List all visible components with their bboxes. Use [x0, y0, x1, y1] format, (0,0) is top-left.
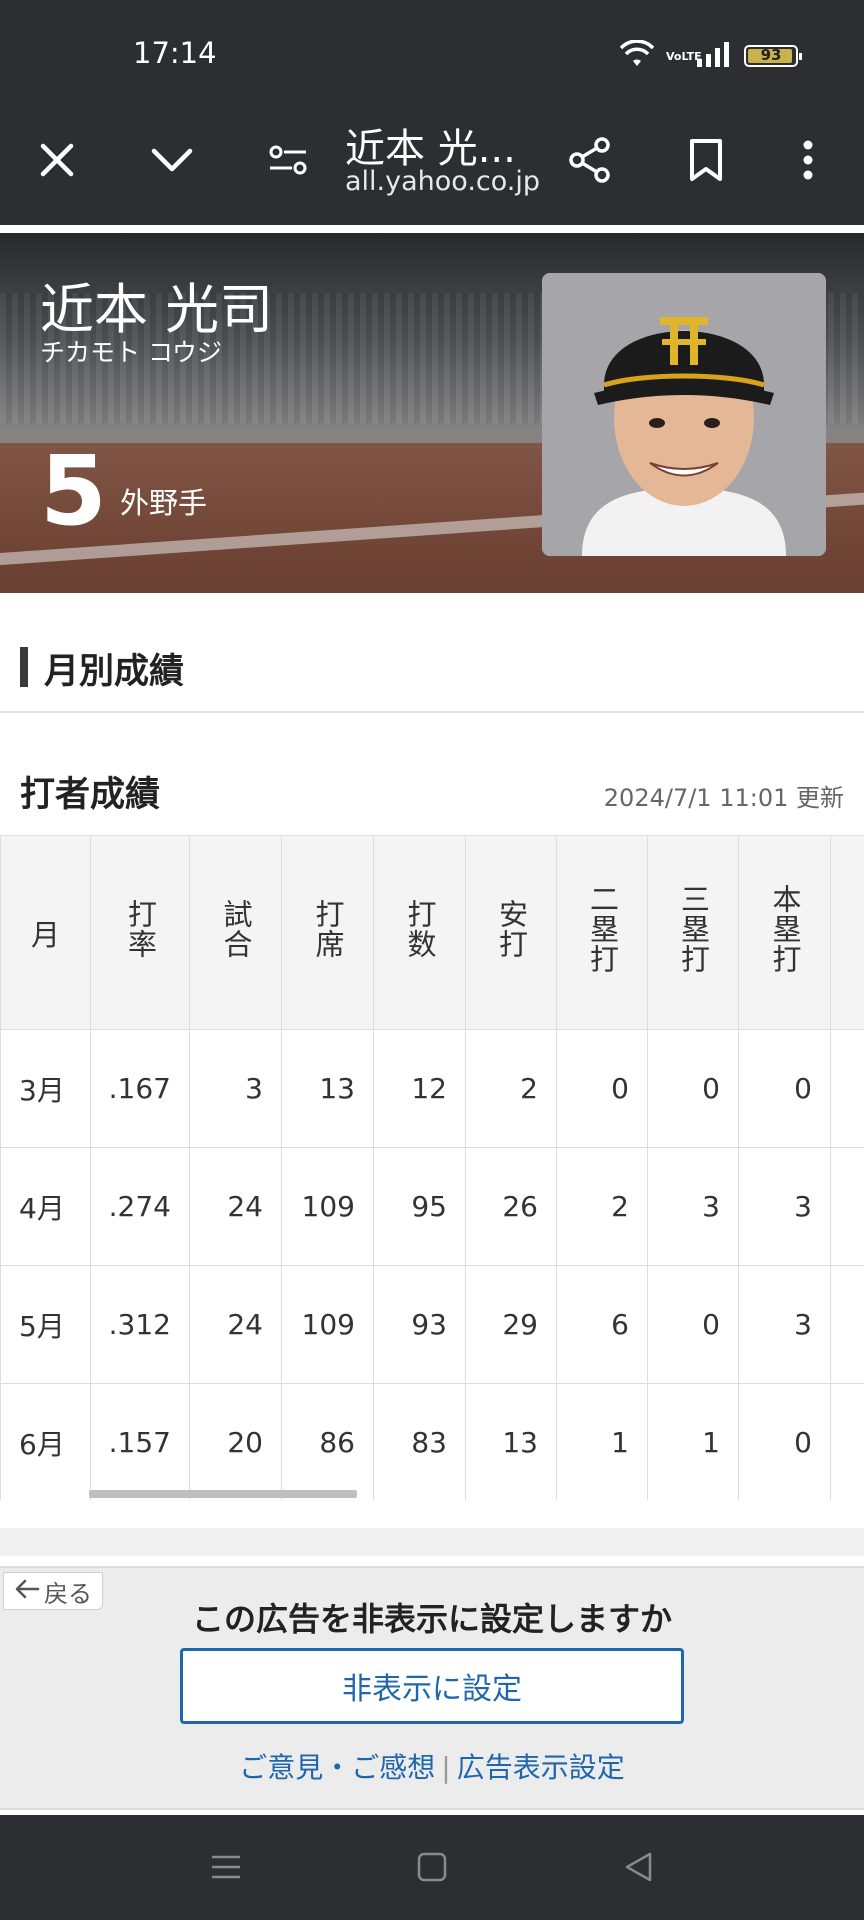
column-header: 打数	[373, 835, 466, 1030]
table-cell: 13	[465, 1383, 557, 1500]
table-cell: 12	[373, 1029, 466, 1148]
table-cell: 24	[189, 1265, 282, 1384]
table-cell: 3	[189, 1029, 282, 1148]
close-icon[interactable]	[27, 130, 87, 190]
table-row: 4月 .274 24 109 95 26 2 3 3	[0, 1147, 864, 1266]
table-cell: 83	[373, 1383, 466, 1500]
column-header: 打率	[90, 835, 190, 1030]
table-cell: 0	[738, 1029, 831, 1148]
system-nav-bar	[0, 1815, 864, 1920]
table-cell: .312	[90, 1265, 190, 1384]
table-cell: 2	[556, 1147, 648, 1266]
table-row: 6月 .157 20 86 83 13 1 1 0	[0, 1383, 864, 1500]
browser-toolbar: 近本 光... all.yahoo.co.jp	[0, 100, 864, 225]
table-cell: 6	[556, 1265, 648, 1384]
table-cell: 0	[738, 1383, 831, 1500]
volte-icon: VoLTE	[666, 49, 702, 63]
link-separator: |	[441, 1751, 451, 1784]
table-cell: 3	[647, 1147, 739, 1266]
month-cell: 5月	[0, 1265, 91, 1384]
table-cell: 1	[556, 1383, 648, 1500]
table-row: 3月 .167 3 13 12 2 0 0 0	[0, 1029, 864, 1148]
player-position: 外野手	[120, 486, 208, 520]
wifi-icon	[619, 39, 655, 72]
table-cell: 1	[647, 1383, 739, 1500]
table-cell: 26	[465, 1147, 557, 1266]
player-header: 近本 光司 チカモト コウジ 5 外野手	[0, 233, 864, 593]
chevron-down-icon[interactable]	[142, 130, 202, 190]
status-time: 17:14	[133, 36, 217, 70]
table-cell: 109	[281, 1147, 374, 1266]
table-cell: 2	[465, 1029, 557, 1148]
column-header: 二塁打	[556, 835, 648, 1030]
column-header: 月	[0, 835, 91, 1030]
table-cell: 0	[647, 1029, 739, 1148]
page-settings-icon[interactable]	[258, 130, 318, 190]
table-header-row: 月 打率 試合 打席 打数 安打 二塁打 三塁打 本塁打	[0, 835, 864, 1030]
bookmark-icon[interactable]	[676, 130, 736, 190]
more-vert-icon[interactable]	[778, 130, 838, 190]
table-cell: 13	[281, 1029, 374, 1148]
ad-hide-question: この広告を非表示に設定しますか	[191, 1600, 672, 1638]
table-cell: 0	[647, 1265, 739, 1384]
column-header	[830, 835, 864, 1030]
battery-percent: 93	[760, 46, 782, 64]
batting-stats-title: 打者成績	[20, 775, 161, 815]
horizontal-scrollbar[interactable]	[89, 1490, 357, 1498]
recents-icon[interactable]	[206, 1847, 246, 1887]
table-cell: 0	[556, 1029, 648, 1148]
column-header: 試合	[189, 835, 282, 1030]
month-cell: 4月	[0, 1147, 91, 1266]
table-cell: 3	[738, 1265, 831, 1384]
section-title: 月別成績	[44, 652, 185, 692]
hide-ad-button[interactable]: 非表示に設定	[180, 1648, 684, 1724]
page-url[interactable]: all.yahoo.co.jp	[345, 166, 540, 197]
signal-icon	[696, 41, 732, 71]
column-header: 三塁打	[647, 835, 739, 1030]
back-nav-icon[interactable]	[618, 1847, 658, 1887]
status-icons: VoLTE 93	[619, 39, 802, 72]
ad-hide-panel: 戻る この広告を非表示に設定しますか 非表示に設定 ご意見・ご感想 | 広告表示設定	[0, 1566, 864, 1810]
table-cell: 24	[189, 1147, 282, 1266]
month-cell: 6月	[0, 1383, 91, 1500]
share-icon[interactable]	[560, 130, 620, 190]
table-cell: 29	[465, 1265, 557, 1384]
table-cell: .167	[90, 1029, 190, 1148]
table-cell: 86	[281, 1383, 374, 1500]
home-icon[interactable]	[412, 1847, 452, 1887]
battery-icon: 93	[744, 45, 802, 67]
month-cell: 3月	[0, 1029, 91, 1148]
table-cell: 109	[281, 1265, 374, 1384]
section-header: 月別成績	[0, 593, 864, 713]
status-bar: 17:14 VoLTE 93	[0, 0, 864, 100]
feedback-link[interactable]: ご意見・ご感想	[239, 1751, 435, 1784]
table-cell: 3	[738, 1147, 831, 1266]
table-cell: .274	[90, 1147, 190, 1266]
ad-links: ご意見・ご感想 | 広告表示設定	[0, 1746, 864, 1786]
column-header: 本塁打	[738, 835, 831, 1030]
player-photo	[542, 273, 826, 556]
table-cell: 95	[373, 1147, 466, 1266]
batting-stats-table[interactable]: 月 打率 試合 打席 打数 安打 二塁打 三塁打 本塁打 3月 .167 3 1…	[0, 835, 864, 1500]
table-cell: .157	[90, 1383, 190, 1500]
column-header: 打席	[281, 835, 374, 1030]
uniform-number: 5	[40, 435, 107, 547]
table-cell: 20	[189, 1383, 282, 1500]
updated-timestamp: 2024/7/1 11:01 更新	[603, 784, 844, 812]
ad-settings-link[interactable]: 広告表示設定	[457, 1751, 625, 1784]
player-kana: チカモト コウジ	[40, 338, 222, 367]
table-row: 5月 .312 24 109 93 29 6 0 3	[0, 1265, 864, 1384]
table-cell: 93	[373, 1265, 466, 1384]
column-header: 安打	[465, 835, 557, 1030]
